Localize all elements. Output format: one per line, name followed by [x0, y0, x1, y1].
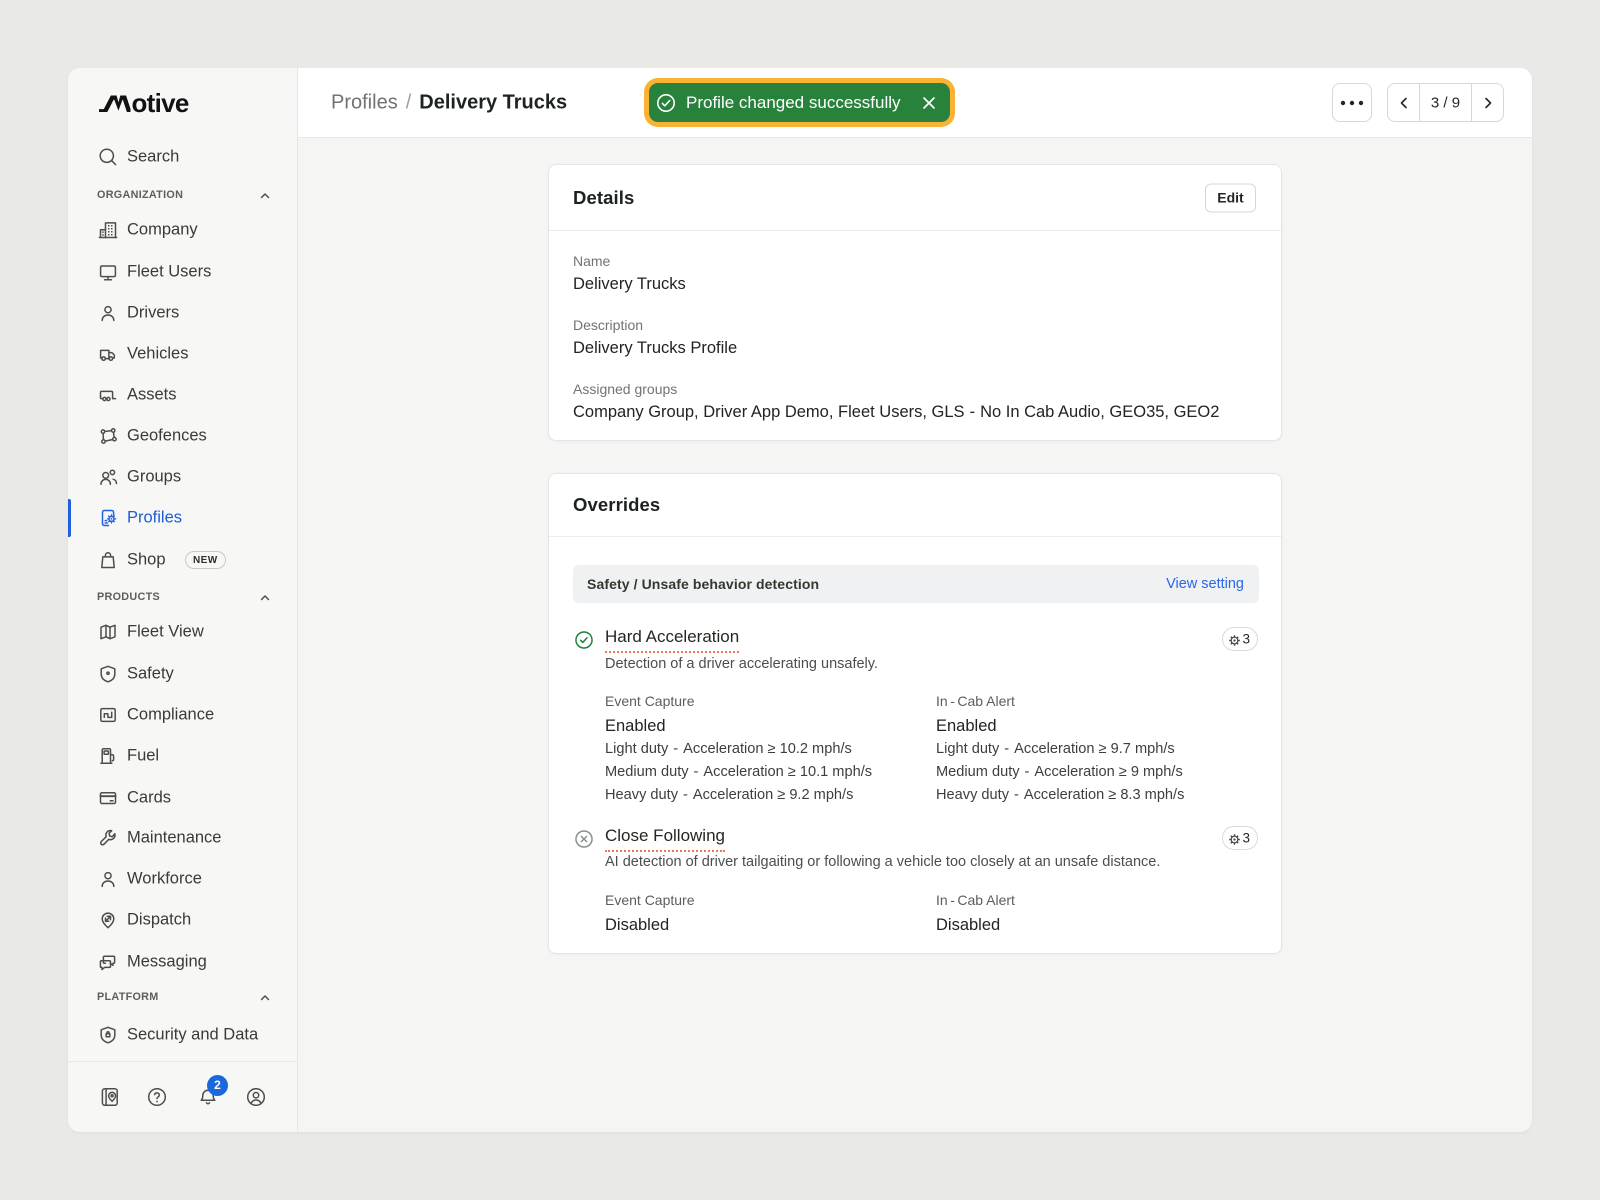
svg-text:otive: otive [132, 88, 189, 114]
